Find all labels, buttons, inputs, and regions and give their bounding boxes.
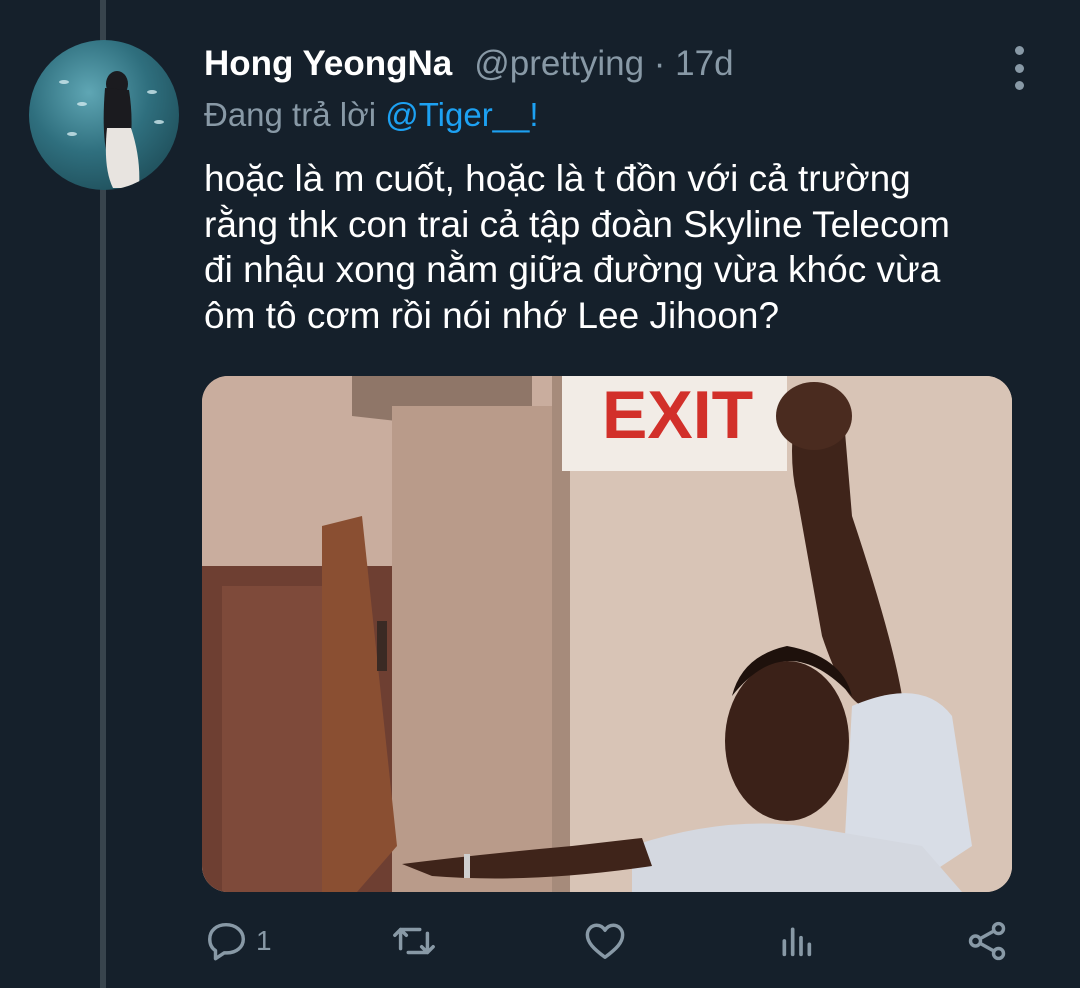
- tweet-text-line: ôm tô cơm rồi nói nhớ Lee Jihoon?: [204, 294, 780, 336]
- reply-count: 1: [256, 925, 272, 956]
- share-button[interactable]: [964, 916, 1010, 966]
- author-name[interactable]: Hong YeongNa: [204, 44, 452, 84]
- author-handle[interactable]: @prettying · 17d: [474, 44, 733, 84]
- reply-button[interactable]: 1: [204, 916, 272, 966]
- share-icon: [968, 921, 1006, 961]
- tweet-text-line: rằng thk con trai cả tập đoàn Skyline Te…: [204, 203, 950, 245]
- more-options-icon[interactable]: [1001, 46, 1037, 90]
- tweet-header: Hong YeongNa @prettying · 17d: [204, 44, 1000, 90]
- avatar-detail: [77, 102, 87, 106]
- avatar-detail: [147, 90, 157, 94]
- replying-to: Đang trả lời @Tiger__!: [204, 96, 539, 134]
- avatar[interactable]: [29, 40, 179, 190]
- exit-sign-text: EXIT: [602, 377, 753, 453]
- retweet-button[interactable]: [390, 916, 438, 966]
- avatar-person: [103, 71, 140, 188]
- avatar-detail: [59, 80, 69, 84]
- meme-image: EXIT: [202, 376, 1012, 892]
- heart-icon: [585, 923, 625, 960]
- tweet-time[interactable]: 17d: [675, 44, 733, 83]
- tweet-actions: 1: [204, 916, 1012, 966]
- tweet-text-line: hoặc là m cuốt, hoặc là t đồn với cả trư…: [204, 158, 911, 199]
- reply-icon: [208, 922, 246, 961]
- retweet-icon: [393, 927, 435, 955]
- analytics-icon: [782, 927, 812, 957]
- like-button[interactable]: [582, 916, 628, 966]
- tweet-text-line: đi nhậu xong nằm giữa đường vừa khóc vừa: [204, 249, 941, 290]
- avatar-detail: [67, 132, 77, 136]
- tweet-text: hoặc là m cuốt, hoặc là t đồn với cả trư…: [204, 156, 1034, 338]
- avatar-detail: [154, 120, 164, 124]
- analytics-button[interactable]: [776, 916, 816, 966]
- replying-to-mention[interactable]: @Tiger__!: [385, 96, 538, 133]
- replying-to-label: Đang trả lời: [204, 96, 377, 133]
- tweet-media-image[interactable]: EXIT: [202, 376, 1012, 892]
